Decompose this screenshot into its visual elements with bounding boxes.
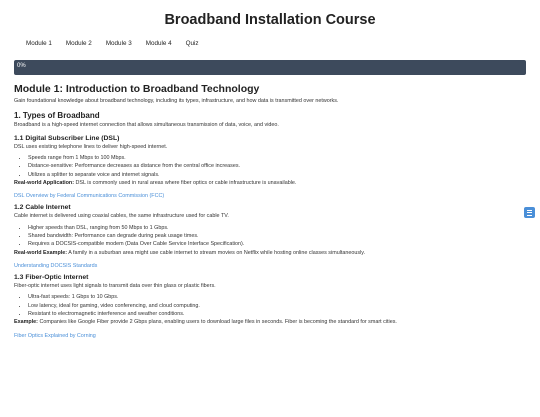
dsl-real-world: Real-world Application: DSL is commonly … bbox=[14, 180, 526, 187]
progress-bar: 0% bbox=[14, 60, 526, 75]
fiber-real-world: Example: Companies like Google Fiber pro… bbox=[14, 319, 526, 326]
list-item: Utilizes a splitter to separate voice an… bbox=[28, 171, 526, 179]
nav-item-module-3[interactable]: Module 3 bbox=[99, 37, 139, 50]
progress-label: 0% bbox=[17, 63, 26, 69]
list-item: Ultra-fast speeds: 1 Gbps to 10 Gbps. bbox=[28, 293, 526, 301]
fiber-description: Fiber-optic internet uses light signals … bbox=[14, 283, 216, 290]
real-world-text: Companies like Google Fiber provide 2 Gb… bbox=[37, 319, 397, 326]
dsl-resource-link[interactable]: DSL Overview by Federal Communications C… bbox=[14, 193, 526, 199]
nav-item-quiz[interactable]: Quiz bbox=[179, 37, 206, 50]
dsl-bullet-list: Speeds range from 1 Mbps to 100 Mbps. Di… bbox=[14, 154, 526, 179]
page-title: Broadband Installation Course bbox=[164, 12, 376, 28]
real-world-label: Real-world Example: bbox=[14, 249, 68, 256]
fiber-title: 1.3 Fiber-Optic Internet bbox=[14, 274, 89, 282]
section-description: Broadband is a high-speed internet conne… bbox=[14, 122, 279, 129]
list-item: Low latency, ideal for gaming, video con… bbox=[28, 302, 526, 310]
nav-item-module-4[interactable]: Module 4 bbox=[139, 37, 179, 50]
list-item: Higher speeds than DSL, ranging from 50 … bbox=[28, 224, 526, 232]
page: Broadband Installation Course Module 1 M… bbox=[0, 12, 540, 339]
real-world-label: Real-world Application: bbox=[14, 180, 74, 187]
list-item: Distance-sensitive: Performance decrease… bbox=[28, 162, 526, 170]
fiber-resource-link[interactable]: Fiber Optics Explained by Corning bbox=[14, 333, 526, 339]
module-title: Module 1: Introduction to Broadband Tech… bbox=[14, 83, 260, 95]
cable-real-world: Real-world Example: A family in a suburb… bbox=[14, 250, 526, 257]
menu-icon bbox=[527, 209, 532, 216]
module-nav: Module 1 Module 2 Module 3 Module 4 Quiz bbox=[14, 37, 526, 50]
list-item: Speeds range from 1 Mbps to 100 Mbps. bbox=[28, 154, 526, 162]
cable-title: 1.2 Cable Internet bbox=[14, 204, 71, 212]
nav-item-module-2[interactable]: Module 2 bbox=[59, 37, 99, 50]
nav-item-module-1[interactable]: Module 1 bbox=[19, 37, 59, 50]
cable-resource-link[interactable]: Understanding DOCSIS Standards bbox=[14, 263, 526, 269]
dsl-description: DSL uses existing telephone lines to del… bbox=[14, 143, 168, 150]
fiber-bullet-list: Ultra-fast speeds: 1 Gbps to 10 Gbps. Lo… bbox=[14, 293, 526, 318]
list-item: Shared bandwidth: Performance can degrad… bbox=[28, 232, 526, 240]
real-world-label: Example: bbox=[14, 319, 38, 326]
module-intro: Gain foundational knowledge about broadb… bbox=[14, 98, 339, 104]
section-title: 1. Types of Broadband bbox=[14, 111, 100, 121]
real-world-text: DSL is commonly used in rural areas wher… bbox=[74, 180, 297, 187]
dsl-title: 1.1 Digital Subscriber Line (DSL) bbox=[14, 134, 120, 142]
cable-bullet-list: Higher speeds than DSL, ranging from 50 … bbox=[14, 224, 526, 249]
cable-description: Cable internet is delivered using coaxia… bbox=[14, 213, 229, 220]
list-item: Requires a DOCSIS-compatible modem (Data… bbox=[28, 240, 526, 248]
floating-menu-button[interactable] bbox=[524, 207, 535, 218]
real-world-text: A family in a suburban area might use ca… bbox=[67, 249, 366, 256]
list-item: Resistant to electromagnetic interferenc… bbox=[28, 310, 526, 318]
